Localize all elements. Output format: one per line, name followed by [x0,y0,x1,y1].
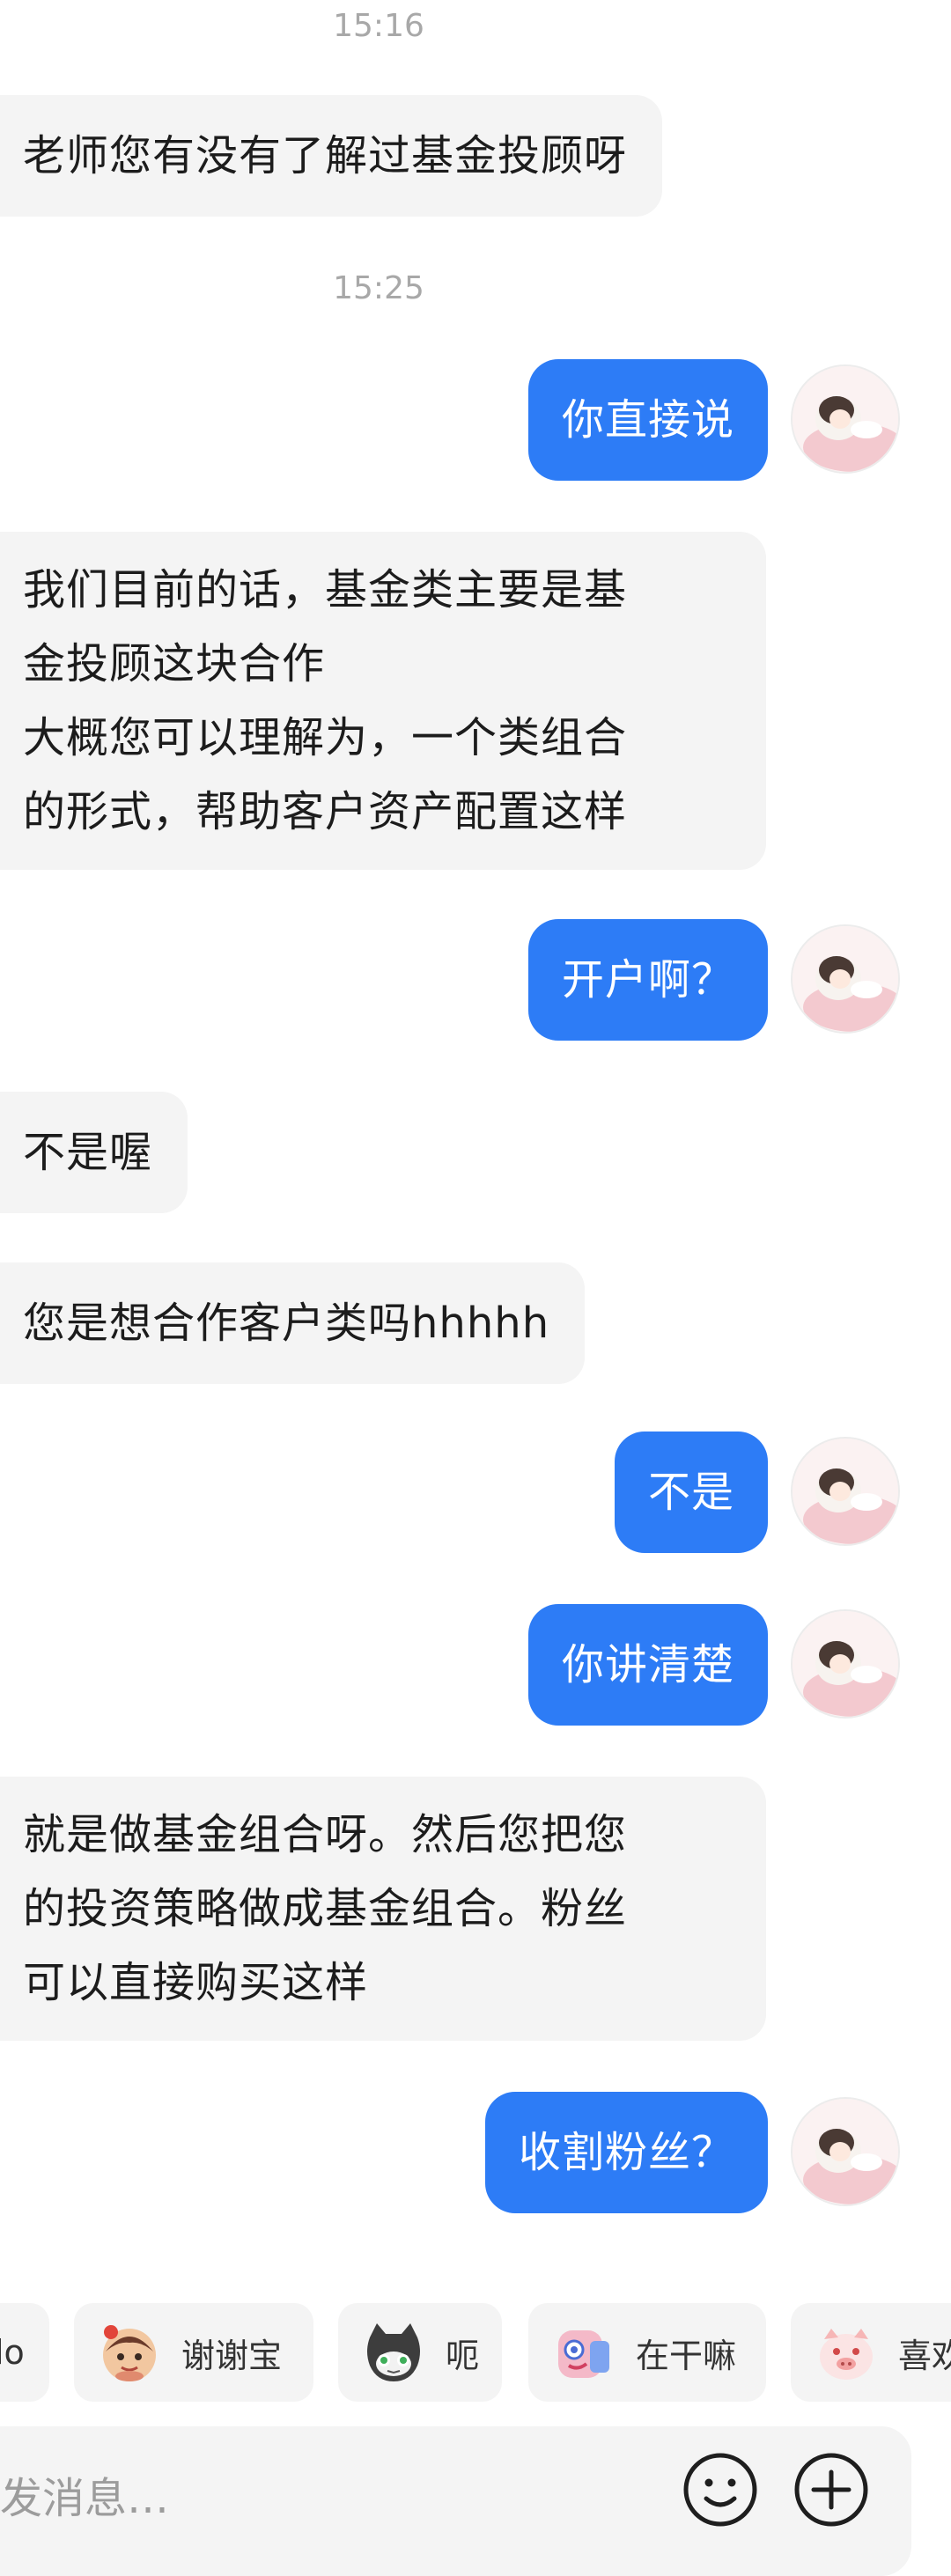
avatar-image [792,1611,898,1717]
cat-emoji-icon [367,2323,420,2381]
user-avatar[interactable] [791,2097,900,2206]
thank-you-emoji-icon [103,2325,156,2381]
peek-emoji-icon [558,2330,609,2378]
quick-reply-chip[interactable]: 呃 [338,2303,502,2402]
pig-emoji-icon [820,2329,873,2380]
incoming-message[interactable]: 就是做基金组合呀。然后您把您 的投资策略做成基金组合。粉丝 可以直接购买这样 [0,1777,766,2041]
outgoing-message[interactable]: 收割粉丝？ [484,2092,768,2213]
incoming-message[interactable]: 我们目前的话，基金类主要是基 金投顾这块合作 大概您可以理解为，一个类组合 的形… [0,532,766,870]
outgoing-message[interactable]: 不是 [614,1432,768,1553]
smiley-icon [683,2453,757,2527]
incoming-message[interactable]: 您是想合作客户类吗hhhhh [0,1262,586,1384]
outgoing-message[interactable]: 开户啊？ [527,919,768,1041]
quick-reply-label: 呃 [446,2336,480,2375]
emoji-button[interactable] [682,2451,759,2528]
incoming-message[interactable]: 老师您有没有了解过基金投顾呀 [0,95,663,217]
avatar-image [792,2099,898,2204]
incoming-message[interactable]: 不是喔 [0,1092,188,1213]
avatar-image [792,926,898,1032]
user-avatar[interactable] [791,364,900,474]
user-avatar[interactable] [791,1609,900,1719]
avatar-image [792,1439,898,1544]
quick-reply-label: lo [0,2333,25,2372]
quick-reply-chip[interactable]: 喜欢 [791,2303,951,2402]
user-avatar[interactable] [791,1437,900,1546]
quick-reply-label: 在干嘛 [636,2336,737,2375]
quick-reply-chip[interactable]: lo [0,2303,49,2402]
quick-reply-chip[interactable]: 谢谢宝 [74,2303,313,2402]
outgoing-message[interactable]: 你直接说 [527,359,768,481]
user-avatar[interactable] [791,924,900,1034]
quick-reply-label: 喜欢 [898,2336,951,2375]
message-input[interactable]: 发消息… [0,2472,169,2525]
plus-button[interactable] [792,2451,870,2528]
plus-circle-icon [794,2453,868,2527]
quick-reply-chip[interactable]: 在干嘛 [528,2303,766,2402]
avatar-image [792,366,898,472]
message-input-bar[interactable]: 发消息… [0,2426,911,2576]
timestamp: 15:16 [333,8,424,44]
outgoing-message[interactable]: 你讲清楚 [527,1604,768,1726]
timestamp: 15:25 [333,270,424,306]
quick-reply-label: 谢谢宝 [181,2336,283,2375]
